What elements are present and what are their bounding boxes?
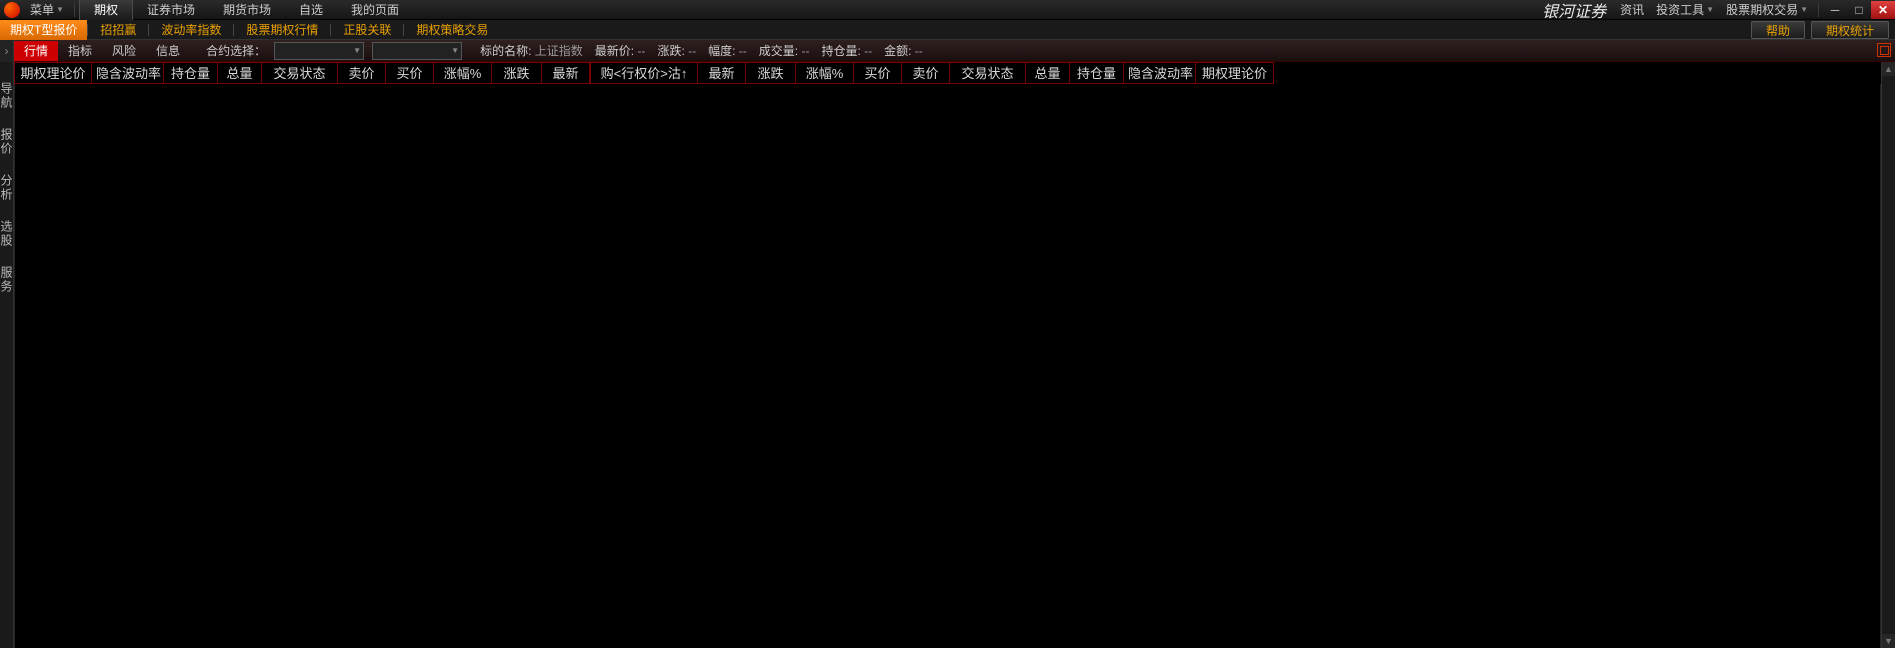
col-right-0[interactable]: 最新 [698,62,746,84]
right-menu-1[interactable]: 投资工具▼ [1650,1,1720,18]
info-stats: 标的名称: 上证指数最新价: --涨跌: --幅度: --成交量: --持仓量:… [474,42,929,59]
top-tab-4[interactable]: 我的页面 [337,0,413,20]
toolbar-right: 帮助 期权统计 [1745,21,1895,39]
main-menu-button[interactable]: 菜单 ▼ [24,1,70,18]
titlebar: 菜单 ▼ 期权证券市场期货市场自选我的页面 银河证券 资讯投资工具▼股票期权交易… [0,0,1895,20]
col-left-1[interactable]: 隐含波动率 [92,62,164,84]
info-tab-1[interactable]: 指标 [58,41,102,61]
top-tab-2[interactable]: 期货市场 [209,0,285,20]
top-tab-0[interactable]: 期权 [79,0,133,20]
contract-combo-1[interactable]: ▼ [274,42,364,60]
scroll-up-icon[interactable]: ▲ [1882,62,1895,76]
col-right-8[interactable]: 隐含波动率 [1124,62,1196,84]
stat-5: 持仓量: -- [815,42,878,59]
rail-item-0[interactable]: 导航 [0,82,15,110]
toolbar: 期权T型报价招招赢波动率指数股票期权行情正股关联期权策略交易 帮助 期权统计 [0,20,1895,40]
col-left-8[interactable]: 涨跌 [492,62,542,84]
col-right-3[interactable]: 买价 [854,62,902,84]
info-row: › 行情指标风险信息 合约选择： ▼ ▼ 标的名称: 上证指数最新价: --涨跌… [0,40,1895,62]
caret-down-icon: ▼ [56,5,64,14]
col-left-4[interactable]: 交易状态 [262,62,338,84]
rail-item-3[interactable]: 选股 [0,220,15,248]
col-left-3[interactable]: 总量 [218,62,262,84]
col-right-7[interactable]: 持仓量 [1070,62,1124,84]
vertical-scrollbar[interactable]: ▲ ▼ [1881,62,1895,648]
toolbar-tab-0[interactable]: 期权T型报价 [0,20,87,40]
col-left-7[interactable]: 涨幅% [434,62,492,84]
quote-grid-body [14,84,1881,648]
sort-up-icon: ↑ [681,66,688,81]
contract-combo-2[interactable]: ▼ [372,42,462,60]
rail-item-4[interactable]: 服务 [0,266,15,294]
col-right-5[interactable]: 交易状态 [950,62,1026,84]
rail-item-1[interactable]: 报价 [0,128,15,156]
right-menus: 资讯投资工具▼股票期权交易▼ [1614,1,1814,18]
info-tab-3[interactable]: 信息 [146,41,190,61]
col-left-2[interactable]: 持仓量 [164,62,218,84]
caret-down-icon: ▼ [1706,5,1714,14]
help-button[interactable]: 帮助 [1751,21,1805,39]
col-left-0[interactable]: 期权理论价 [14,62,92,84]
stat-6: 金额: -- [878,42,929,59]
col-right-4[interactable]: 卖价 [902,62,950,84]
contract-select-label: 合约选择： [202,42,270,59]
close-button[interactable]: ✕ [1871,1,1895,19]
stat-4: 成交量: -- [753,42,816,59]
toolbar-tab-5[interactable]: 期权策略交易 [404,21,500,38]
toolbar-tabs: 期权T型报价招招赢波动率指数股票期权行情正股关联期权策略交易 [0,20,500,40]
rail-item-2[interactable]: 分析 [0,174,15,202]
caret-down-icon: ▼ [451,46,459,55]
caret-down-icon: ▼ [1800,5,1808,14]
separator [74,3,75,17]
top-tab-1[interactable]: 证券市场 [133,0,209,20]
options-stats-button[interactable]: 期权统计 [1811,21,1889,39]
toolbar-tab-2[interactable]: 波动率指数 [149,21,233,38]
maximize-button[interactable]: □ [1847,1,1871,19]
col-left-5[interactable]: 卖价 [338,62,386,84]
left-rail: 导航报价分析选股服务 [0,62,14,648]
top-tab-3[interactable]: 自选 [285,0,337,20]
col-right-1[interactable]: 涨跌 [746,62,796,84]
info-tab-0[interactable]: 行情 [14,41,58,61]
brand-label: 银河证券 [1534,0,1614,22]
col-left-9[interactable]: 最新 [542,62,590,84]
maximize-panel-icon[interactable] [1877,43,1891,57]
scroll-track[interactable] [1882,76,1895,634]
stat-1: 最新价: -- [589,42,652,59]
toolbar-tab-1[interactable]: 招招赢 [88,21,148,38]
toolbar-tab-4[interactable]: 正股关联 [331,21,403,38]
col-right-2[interactable]: 涨幅% [796,62,854,84]
caret-down-icon: ▼ [353,46,361,55]
info-tab-2[interactable]: 风险 [102,41,146,61]
col-right-9[interactable]: 期权理论价 [1196,62,1274,84]
right-menu-2[interactable]: 股票期权交易▼ [1720,1,1814,18]
col-center-strike[interactable]: 购<行权价>沽↑ [590,62,698,84]
right-menu-0[interactable]: 资讯 [1614,1,1650,18]
column-headers: 期权理论价隐含波动率持仓量总量交易状态卖价买价涨幅%涨跌最新购<行权价>沽↑最新… [14,62,1881,84]
col-left-6[interactable]: 买价 [386,62,434,84]
stat-2: 涨跌: -- [651,42,702,59]
main-menu-label: 菜单 [30,1,54,18]
col-right-6[interactable]: 总量 [1026,62,1070,84]
collapse-left-icon[interactable]: › [0,40,14,62]
separator [1818,3,1819,17]
scroll-down-icon[interactable]: ▼ [1882,634,1895,648]
stat-0: 标的名称: 上证指数 [474,42,589,59]
app-logo-icon [4,2,20,18]
stat-3: 幅度: -- [702,42,753,59]
toolbar-tab-3[interactable]: 股票期权行情 [234,21,330,38]
top-tabs: 期权证券市场期货市场自选我的页面 [79,0,413,20]
minimize-button[interactable]: ─ [1823,1,1847,19]
info-tabs: 行情指标风险信息 [14,41,190,61]
